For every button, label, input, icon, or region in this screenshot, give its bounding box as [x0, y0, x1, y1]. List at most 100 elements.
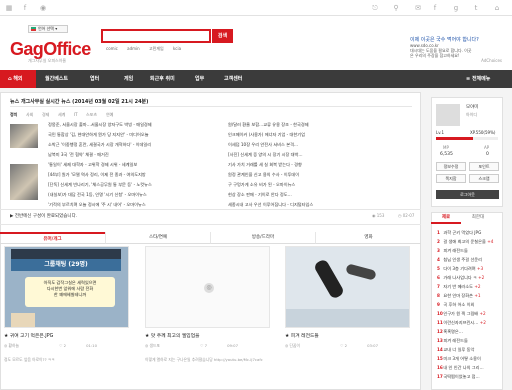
language-select[interactable]: 언어 선택 ▾ [28, 25, 68, 33]
play-icon[interactable]: ◎ [204, 283, 214, 293]
news-item[interactable]: [단독] 신세계 빈나리기, '체스공무원 통 부문 등' - 노컷뉴스 [48, 182, 152, 188]
news-item[interactable]: '통일이' 세제 대학자 - 고위학 경제 시위 - 세계일보 [48, 162, 137, 168]
news-item[interactable]: 인크메이커 (사용가) 에너자 기업 - 대한기업 [228, 132, 305, 138]
facebook-icon[interactable]: f [20, 3, 30, 13]
news-item[interactable]: 남북미 3국 '전 협약' 체결 - 매거진 [48, 152, 109, 158]
tab-humor[interactable]: 유머/개그 [0, 232, 105, 244]
news-item[interactable]: 원정 관계인을 신고 용의 수사 - 이투데이 [228, 172, 299, 178]
post-card[interactable]: 그룹채팅 (29명) 아직도 갑작그실은 세력있으면 다시한번 앞워에 사람 전… [4, 246, 129, 362]
news-tab[interactable]: 정치 [10, 112, 17, 118]
suggest-item[interactable]: 고민게임 [149, 46, 164, 51]
ad-box[interactable]: 이제 이곳은 국수 먹어야 합니다? www.sdo.co.kr 대시대는 도움… [410, 38, 502, 66]
ranking-item[interactable]: 7 자기 반 메러소도 +2 [437, 284, 503, 290]
nav-item-best[interactable]: 월간베스트 [45, 70, 68, 88]
avatar[interactable] [436, 104, 460, 126]
news-item[interactable]: 국민 통합상 '김, 현대안하게 뭔가 당 지지안' - 미디어오늘 [48, 132, 149, 138]
news-tab[interactable]: 연예 [106, 112, 113, 118]
post-card[interactable]: ★ 피겨 레전드들 ◎ 단꿈이 ♡ 2 03:07 [285, 246, 410, 349]
post-title[interactable]: ★ 피겨 레전드들 [285, 332, 410, 339]
news-tab[interactable]: 스포츠 [86, 112, 97, 118]
suggest-item[interactable]: admin [127, 46, 140, 51]
search-input[interactable] [101, 29, 211, 43]
nav-home[interactable]: ⌂ 해외 [8, 70, 23, 88]
news-item[interactable]: [사진] 신세계 증 양의 시 장기 시장 대박… [228, 152, 303, 158]
facebook-share-icon[interactable]: f [430, 3, 440, 13]
divider [0, 209, 421, 210]
ranking-item[interactable]: 13 피겨 레전드들 [437, 338, 503, 344]
ranking-item[interactable]: 8 요한 인마 장화손 +1 [437, 293, 503, 299]
post-title[interactable]: ★ 귀여 고기 먹은은.JPG [4, 332, 129, 339]
nav-item-support[interactable]: 고객센터 [224, 70, 242, 88]
ranking-item[interactable]: 10 인구가 원 찍 그림배 +2 [437, 311, 503, 317]
post-image[interactable]: ◎ [145, 246, 270, 328]
tab-movie[interactable]: 영화 [315, 232, 421, 244]
nav-item-work[interactable]: 업무 [195, 70, 204, 88]
news-item[interactable]: 구 구멍가게 소유 비가 된 - 오마이뉴스 [228, 182, 295, 188]
point-button[interactable]: 포인트 [469, 162, 499, 171]
news-item[interactable]: (내실보)가 대답 전국 1등, 인명 '시기 신청' - 오마이뉴스 [48, 192, 147, 198]
site-logo[interactable]: GagOffice [10, 39, 91, 60]
news-item[interactable]: 원/달러 환율 보합…교류 유용 장조 - 한국경제 [228, 122, 309, 128]
logout-button[interactable]: 로그아웃 [436, 190, 499, 199]
suggest-item[interactable]: comic [106, 46, 118, 51]
news-item[interactable]: 소박근 '이중행정 혼란, 세결국가 시장 개혁하다' - 이데일리 [48, 142, 151, 148]
ranking-item[interactable]: 15 미크 3개 어떻 소용이 [437, 356, 503, 362]
news-thumbnail[interactable] [10, 124, 38, 148]
login-icon[interactable]: ⎋ [370, 3, 380, 13]
ranking-item[interactable]: 12 혹혹명은… [437, 329, 503, 335]
twitter-icon[interactable]: t [471, 3, 481, 13]
phone-status-bar [11, 249, 121, 259]
tab-star[interactable]: 스타/연예 [105, 232, 210, 244]
status-caption: ▶ 전반에신 구성이 완료되었습니다. [10, 214, 78, 219]
ranking-item[interactable]: 1 과학 곤키 먹었다 JPG [437, 230, 503, 236]
tab-broadcast[interactable]: 방송/드라마 [210, 232, 315, 244]
message-button[interactable]: 쪽지함 [436, 174, 466, 183]
ranking-item[interactable]: 6 가래 나사업니다 ㅋ +2 [437, 275, 503, 281]
news-tab[interactable]: IT [74, 112, 78, 117]
post-title[interactable]: ★ 맛 주께 최고의 엘입업을 [145, 332, 270, 339]
news-item[interactable]: [44부] 원가 '모델 역사 정리, 이제 전 종과 - 여의도지방 [48, 172, 146, 178]
post-card[interactable]: ◎ ★ 맛 주께 최고의 엘입업을 ◎ 생드포 ♡ 7 09:07 이렇게 열하로 … [145, 246, 270, 362]
figure-skater [345, 263, 377, 281]
ranking-item[interactable]: 2 걸 생애 최고의 운칠은을 +4 [437, 239, 503, 245]
google-plus-icon[interactable]: g [451, 3, 461, 13]
news-tab[interactable]: 경제 [42, 112, 49, 118]
edit-info-button[interactable]: 정보수정 [436, 162, 466, 171]
news-header: 뉴스 개그사무실 실시간 뉴스 (2014년 03월 02일 21시 24분) [10, 99, 149, 105]
avatar [11, 313, 35, 327]
news-tab[interactable]: 사회 [26, 112, 33, 118]
suggest-item[interactable]: kcia [173, 46, 181, 51]
nav-all-menu[interactable]: ≡ 전체메뉴 [466, 70, 490, 88]
search-button[interactable]: 검색 [212, 29, 233, 43]
tab-comments[interactable]: 최한대 [463, 212, 493, 224]
scrap-button[interactable]: 스크랩 [469, 174, 499, 183]
adchoices-label[interactable]: AdChoices [410, 58, 502, 63]
home-icon[interactable]: ⌂ [492, 3, 502, 13]
news-item[interactable]: 이세덤 10장 우리 안전사 서비스 본격… [228, 142, 298, 148]
ranking-item[interactable]: 11 이란신자지프린시… +2 [437, 320, 503, 326]
ranking-item[interactable]: 17 국떡찜이었놓고 점… [437, 374, 503, 380]
post-image[interactable]: 그룹채팅 (29명) 아직도 갑작그실은 세력있으면 다시한번 앞워에 사람 전… [4, 246, 129, 328]
ranking-item[interactable]: 5 다이 3층 기다려며 +3 [437, 266, 503, 272]
news-thumbnail[interactable] [10, 164, 38, 200]
link-icon[interactable]: ⚲ [391, 3, 401, 13]
nav-item-humor[interactable]: 엽터 [90, 70, 99, 88]
nav-item-game[interactable]: 게임 [124, 70, 133, 88]
nav-item-hobby[interactable]: 퇴근후 취미 [150, 70, 175, 88]
rss-icon[interactable]: ◉ [38, 3, 48, 13]
ranking-item[interactable]: 16 내 인 인간 나의 그리… [437, 365, 503, 371]
news-item[interactable]: 현상 장소 판매 - 기이로 안다 정도… [228, 192, 292, 198]
grid-icon[interactable]: ▦ [4, 3, 14, 13]
news-item[interactable]: '기적의 부르치며 오늘 정시에 '주 시' 내어' - 오마이뉴스 [48, 202, 146, 208]
news-item[interactable]: 기사 가치 거래를 세 실 회복 받는다 - 경향 [228, 162, 302, 168]
ranking-item[interactable]: 4 칩님 인생 주걸 선운리 [437, 257, 503, 263]
info-icon[interactable]: ✉ [413, 3, 423, 13]
news-item[interactable]: 세종시내 고사 우선 이루어집니다 - 디지털타임스 [228, 202, 313, 208]
ranking-item[interactable]: 9 곡 후하 어소 이외 [437, 302, 503, 308]
tab-ranking[interactable]: 제료 [431, 212, 461, 224]
ranking-item[interactable]: 3 피겨 래전드들 [437, 248, 503, 254]
ranking-item[interactable]: 14 교내 너 일루 동악 [437, 347, 503, 353]
post-image[interactable] [285, 246, 410, 328]
news-tab[interactable]: 세계 [58, 112, 65, 118]
news-item[interactable]: 정몽준, 서울시장 출마…서울시장 양자구도 박빙 - 매일경제 [48, 122, 152, 128]
